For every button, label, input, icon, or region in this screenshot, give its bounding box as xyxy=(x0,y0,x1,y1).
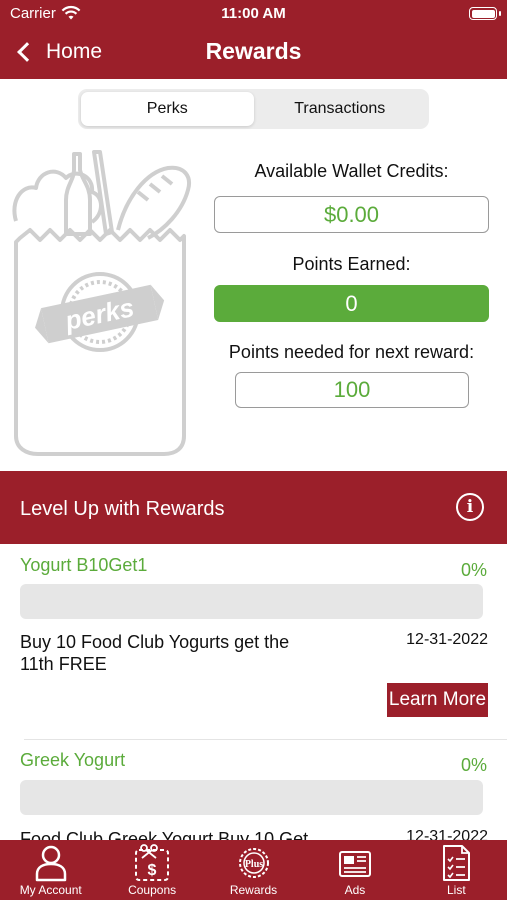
reward-item: Greek Yogurt 0% Food Club Greek Yogurt B… xyxy=(0,750,507,840)
info-icon[interactable]: i xyxy=(456,493,484,521)
page-title: Rewards xyxy=(205,38,302,64)
reward-progress-bar xyxy=(20,584,483,619)
tab-label: My Account xyxy=(19,883,82,897)
status-time: 11:00 AM xyxy=(221,5,286,22)
svg-text:$: $ xyxy=(148,862,157,879)
battery-icon xyxy=(469,7,501,20)
tab-rewards[interactable]: Plus Rewards xyxy=(203,840,304,900)
segmented-control: Perks Transactions xyxy=(78,89,429,129)
bottom-tab-bar: My Account $ Coupons Plus Rewards Ads Li… xyxy=(0,840,507,900)
tab-my-account[interactable]: My Account xyxy=(0,840,101,900)
learn-more-button[interactable]: Learn More xyxy=(387,683,488,717)
status-bar: Carrier 11:00 AM xyxy=(0,0,507,28)
points-needed-label: Points needed for next reward: xyxy=(228,342,475,362)
tab-label: Coupons xyxy=(128,883,177,897)
plus-badge-icon: Plus xyxy=(238,848,269,878)
reward-percent: 0% xyxy=(460,560,487,580)
perks-bag-logo: perks xyxy=(12,150,191,456)
reward-expiry-date: 12-31-2022 xyxy=(406,631,488,648)
checklist-icon xyxy=(443,845,471,881)
wallet-credits-value: $0.00 xyxy=(214,196,489,233)
reward-description: Food Club Greek Yogurt Buy 10 Get xyxy=(20,829,309,840)
navigation-header: Carrier 11:00 AM Home Rewards xyxy=(0,0,507,79)
coupon-scissors-icon: $ xyxy=(135,844,170,881)
reward-percent: 0% xyxy=(460,755,487,775)
tab-ads[interactable]: Ads xyxy=(304,840,405,900)
divider xyxy=(24,739,507,740)
tab-list[interactable]: List xyxy=(406,840,507,900)
reward-name: Yogurt B10Get1 xyxy=(20,555,148,575)
reward-expiry-date: 12-31-2022 xyxy=(406,828,488,840)
reward-item: Yogurt B10Get1 0% Buy 10 Food Club Yogur… xyxy=(0,555,507,735)
points-earned-value: 0 xyxy=(214,285,489,322)
reward-name: Greek Yogurt xyxy=(20,750,126,770)
tab-label: Rewards xyxy=(229,883,278,897)
tab-coupons[interactable]: $ Coupons xyxy=(101,840,202,900)
level-up-header: Level Up with Rewards i xyxy=(0,471,507,544)
tab-perks[interactable]: Perks xyxy=(81,92,254,126)
reward-progress-bar xyxy=(20,780,483,815)
wallet-credits-label: Available Wallet Credits: xyxy=(254,161,449,181)
newspaper-icon xyxy=(338,851,371,877)
points-needed-value: 100 xyxy=(235,372,469,408)
tab-transactions[interactable]: Transactions xyxy=(254,92,427,126)
points-earned-label: Points Earned: xyxy=(292,254,411,274)
tab-label: Ads xyxy=(344,883,366,897)
level-up-title: Level Up with Rewards xyxy=(20,498,225,520)
person-icon xyxy=(35,845,66,882)
tab-label: List xyxy=(446,883,466,897)
svg-text:Plus: Plus xyxy=(244,859,262,870)
reward-description: Buy 10 Food Club Yogurts get the 11th FR… xyxy=(20,632,290,674)
